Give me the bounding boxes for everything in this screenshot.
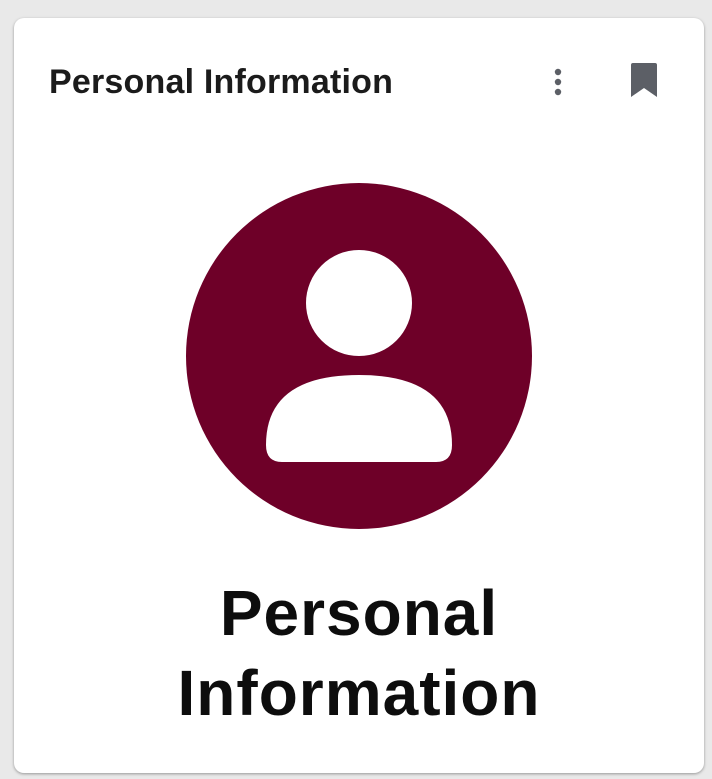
more-options-button[interactable] bbox=[540, 62, 576, 102]
bookmark-button[interactable] bbox=[622, 56, 666, 104]
card-title: Personal Information bbox=[49, 63, 394, 101]
card-label-line1: Personal bbox=[219, 577, 499, 649]
card-label: Personal Information bbox=[14, 573, 704, 733]
personal-information-card[interactable]: Personal Information Personal Informatio… bbox=[14, 18, 704, 773]
avatar[interactable] bbox=[186, 183, 532, 529]
card-label-line2: Information bbox=[177, 657, 541, 729]
more-vert-icon bbox=[554, 68, 562, 96]
card-header: Personal Information bbox=[14, 18, 704, 148]
person-avatar-icon bbox=[186, 183, 532, 529]
bookmark-icon bbox=[631, 63, 657, 97]
